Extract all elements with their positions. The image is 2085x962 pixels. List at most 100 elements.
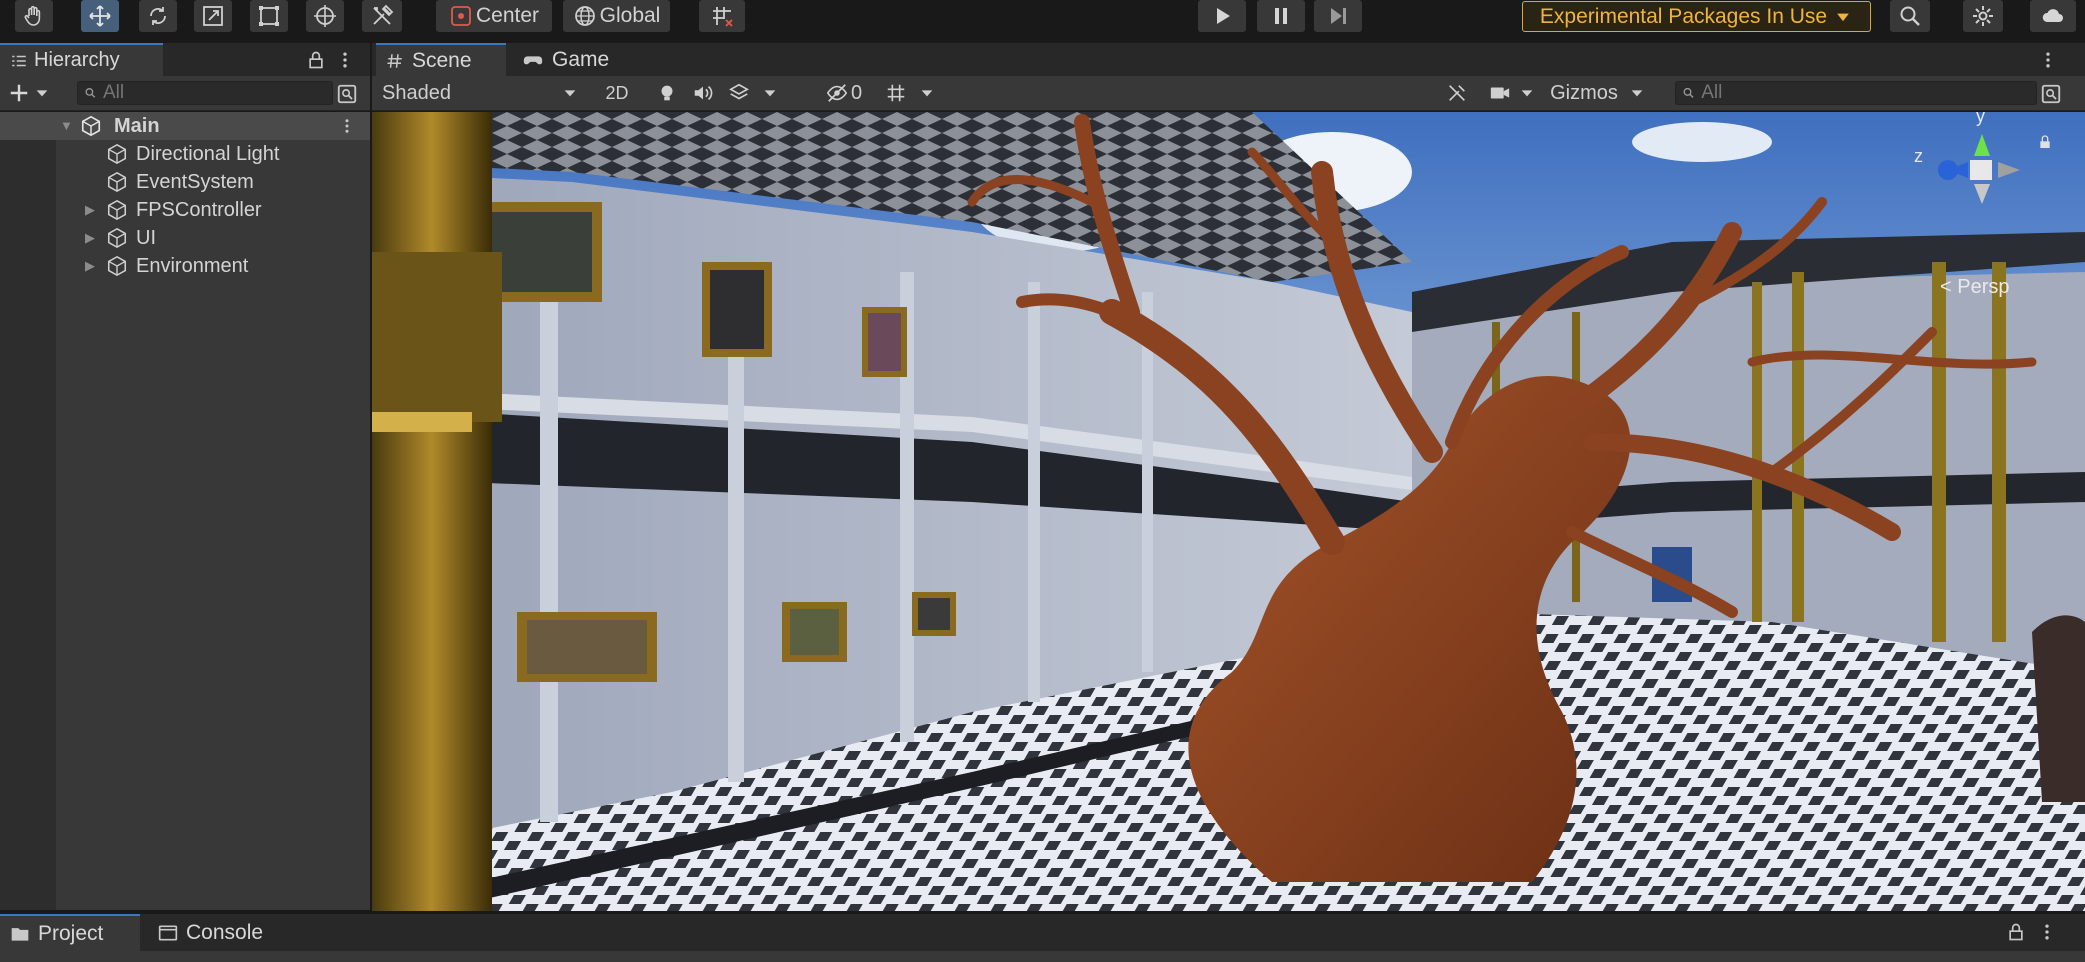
shading-mode-dropdown[interactable]: Shaded — [374, 78, 586, 108]
rect-tool-button[interactable] — [250, 0, 288, 32]
search-icon — [1683, 87, 1694, 98]
hierarchy-item-fpscontroller[interactable]: ▶ FPSController — [0, 196, 370, 224]
pivot-rotation-button[interactable]: Global — [563, 0, 670, 32]
pivot-mode-label: Center — [475, 4, 540, 27]
search-button[interactable] — [1890, 0, 1930, 32]
rotate-icon — [150, 7, 166, 25]
shading-mode-label: Shaded — [382, 81, 451, 104]
gizmos-label: Gizmos — [1550, 81, 1618, 104]
expand-arrow-icon[interactable]: ▶ — [85, 259, 97, 272]
hierarchy-scene-row[interactable]: ▼ Main — [0, 112, 370, 140]
hierarchy-search-input[interactable] — [102, 82, 332, 104]
chevron-down-icon — [1837, 13, 1849, 21]
search-scope-icon[interactable] — [336, 83, 358, 105]
scene-tab-label: Scene — [412, 48, 472, 72]
more-options-icon[interactable] — [338, 117, 356, 135]
hierarchy-tab-label: Hierarchy — [34, 49, 120, 71]
lock-icon[interactable] — [2006, 922, 2026, 942]
hierarchy-item-eventsystem[interactable]: EventSystem — [0, 168, 370, 196]
lock-icon[interactable] — [306, 50, 326, 70]
rotate-tool-button[interactable] — [139, 0, 177, 32]
gizmos-dropdown[interactable] — [1624, 78, 1650, 108]
tools-icon — [1449, 85, 1465, 101]
speaker-icon — [694, 85, 713, 101]
expand-arrow-icon[interactable]: ▶ — [85, 203, 97, 216]
hierarchy-item-directional-light[interactable]: Directional Light — [0, 140, 370, 168]
hierarchy-item-label: UI — [136, 226, 156, 249]
eye-slash-icon — [826, 84, 848, 102]
toggle-2d-label: 2D — [605, 82, 629, 103]
camera-dropdown[interactable] — [1482, 78, 1542, 108]
pivot-mode-button[interactable]: Center — [436, 0, 552, 32]
gameobject-cube-icon — [107, 143, 127, 165]
create-menu-button[interactable] — [8, 81, 58, 105]
project-toolbar-edge — [0, 951, 2085, 962]
tab-scene[interactable]: Scene — [376, 43, 506, 76]
hand-tool-button[interactable] — [15, 0, 53, 32]
tab-hierarchy[interactable]: Hierarchy — [0, 43, 163, 76]
game-tab-label: Game — [552, 47, 610, 71]
toggle-2d-button[interactable]: 2D — [597, 78, 637, 108]
chevron-down-icon — [1631, 90, 1643, 97]
gameobject-cube-icon — [107, 199, 127, 221]
chevron-down-icon — [36, 90, 48, 97]
more-options-icon[interactable] — [2037, 922, 2057, 942]
expand-arrow-icon[interactable]: ▶ — [85, 231, 97, 244]
lightbulb-icon — [661, 85, 673, 101]
hierarchy-item-label: Environment — [136, 254, 249, 277]
unity-scene-icon — [81, 115, 101, 137]
hidden-count: 0 — [850, 81, 863, 104]
lighting-toggle[interactable] — [650, 78, 684, 108]
move-tool-button[interactable] — [81, 0, 119, 32]
search-icon — [1900, 6, 1920, 26]
pause-button[interactable] — [1257, 0, 1305, 32]
scene-toolbar: Shaded 2D 0 Gizmos — [372, 76, 2085, 111]
hierarchy-item-ui[interactable]: ▶ UI — [0, 224, 370, 252]
step-button[interactable] — [1314, 0, 1362, 32]
grid-dropdown[interactable] — [880, 78, 940, 108]
search-scope-icon[interactable] — [2040, 83, 2062, 105]
hierarchy-item-environment[interactable]: ▶ Environment — [0, 252, 370, 280]
scene-visibility-toggle[interactable]: 0 — [820, 78, 868, 108]
pivot-center-icon — [451, 6, 471, 26]
experimental-packages-label: Experimental Packages In Use — [1539, 4, 1828, 28]
projection-toggle[interactable]: < Persp — [1940, 276, 2009, 299]
more-options-icon[interactable] — [2038, 50, 2058, 70]
transform-tool-button[interactable] — [306, 0, 344, 32]
chevron-down-icon — [564, 90, 576, 97]
tab-project[interactable]: Project — [0, 914, 140, 952]
plus-icon — [10, 84, 28, 102]
tab-game[interactable]: Game — [512, 43, 632, 76]
gizmos-button[interactable]: Gizmos — [1545, 78, 1623, 108]
effects-dropdown[interactable] — [722, 78, 784, 108]
grid-snapping-button[interactable] — [699, 0, 745, 32]
scene-viewport[interactable]: y z < Persp — [372, 112, 2085, 911]
scale-tool-button[interactable] — [194, 0, 232, 32]
console-tab-label: Console — [186, 921, 264, 944]
expand-arrow-icon[interactable]: ▼ — [60, 119, 73, 132]
list-icon — [12, 55, 26, 66]
pause-icon — [1275, 8, 1287, 24]
cloud-button[interactable] — [2030, 0, 2076, 32]
custom-tools-button[interactable] — [362, 0, 402, 32]
scene-search-field[interactable] — [1675, 81, 2037, 105]
more-options-icon[interactable] — [335, 50, 355, 70]
audio-toggle[interactable] — [686, 78, 720, 108]
scene-render — [372, 112, 2085, 911]
grid-icon — [887, 84, 905, 102]
experimental-packages-button[interactable]: Experimental Packages In Use — [1522, 1, 1871, 32]
tab-console[interactable]: Console — [148, 914, 298, 952]
hierarchy-item-label: FPSController — [136, 198, 262, 221]
chevron-down-icon — [921, 90, 933, 97]
hand-icon — [24, 5, 41, 26]
settings-button[interactable] — [1963, 0, 2003, 32]
gameobject-cube-icon — [107, 255, 127, 277]
scene-search-input[interactable] — [1701, 82, 2036, 104]
scene-tab-bar: Scene Game — [372, 43, 2085, 76]
play-button[interactable] — [1198, 0, 1246, 32]
play-icon — [1217, 8, 1230, 24]
scene-orientation-gizmo[interactable] — [1912, 112, 2052, 244]
scene-tools-button[interactable] — [1440, 78, 1474, 108]
lock-icon[interactable] — [2037, 134, 2053, 150]
hierarchy-search-field[interactable] — [77, 81, 333, 105]
